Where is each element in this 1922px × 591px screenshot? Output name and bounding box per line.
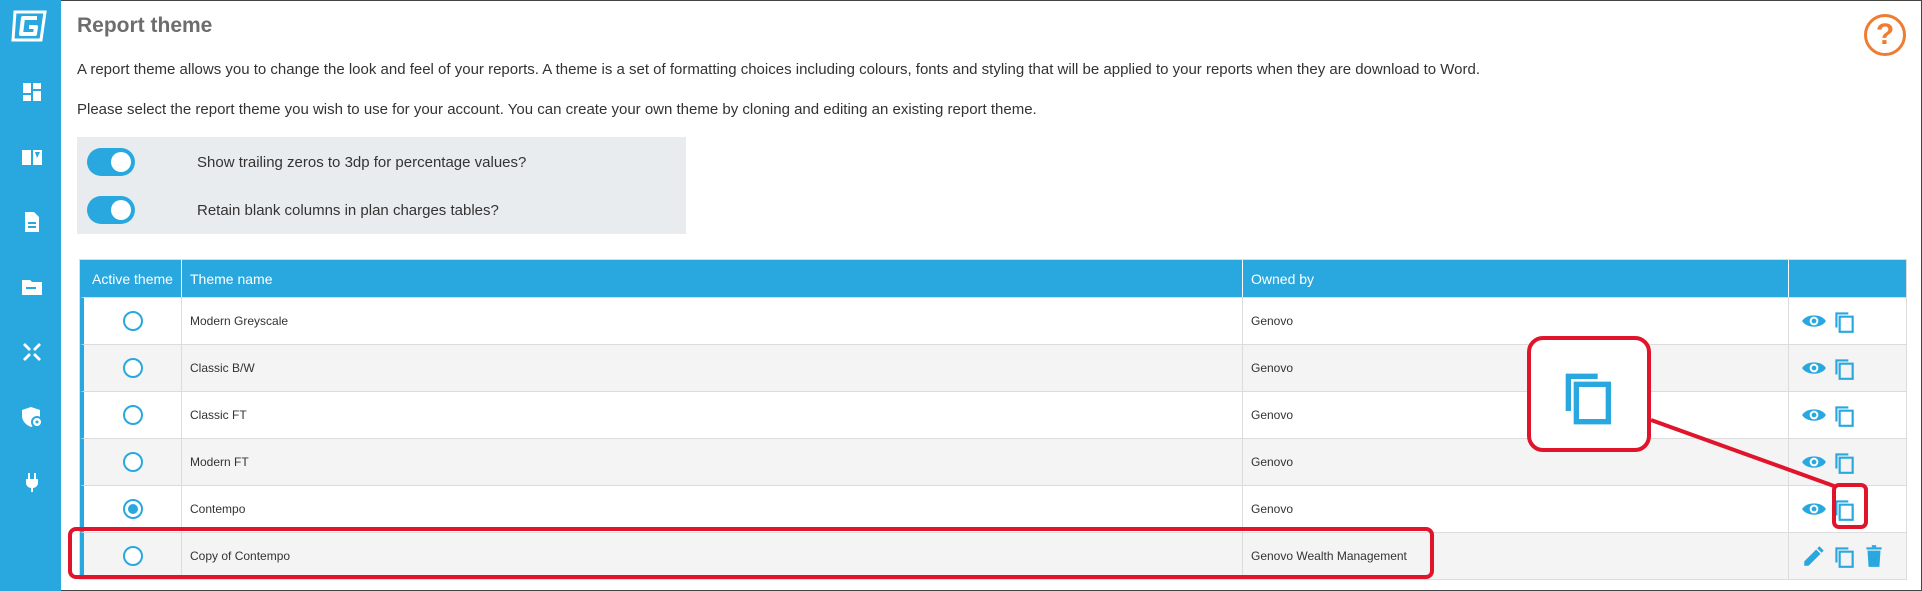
clone-copy-icon[interactable] <box>1831 308 1857 334</box>
active-theme-radio[interactable] <box>122 311 143 331</box>
clone-copy-icon[interactable] <box>1831 355 1857 381</box>
document-icon[interactable] <box>20 210 44 234</box>
header-actions <box>1789 260 1906 297</box>
genovo-logo[interactable] <box>11 8 49 44</box>
owner-cell: Genovo <box>1243 392 1789 438</box>
owner-cell: Genovo <box>1243 298 1789 344</box>
page-title: Report theme <box>77 14 213 37</box>
trailing-zeros-toggle[interactable] <box>87 148 135 176</box>
actions-cell <box>1789 345 1906 391</box>
preview-eye-icon[interactable] <box>1801 402 1827 428</box>
actions-cell <box>1789 439 1906 485</box>
active-cell <box>84 298 182 344</box>
actions-cell <box>1789 533 1906 579</box>
owner-cell: Genovo <box>1243 439 1789 485</box>
active-theme-radio[interactable] <box>122 358 143 378</box>
blank-columns-toggle[interactable] <box>87 196 135 224</box>
active-cell <box>84 439 182 485</box>
toggle-knob <box>111 200 131 220</box>
table-header: Active theme Theme name Owned by <box>80 260 1906 297</box>
header-theme-name[interactable]: Theme name <box>182 260 1243 297</box>
option-label: Retain blank columns in plan charges tab… <box>197 201 499 219</box>
owner-cell: Genovo <box>1243 486 1789 532</box>
help-button[interactable]: ? <box>1864 14 1906 56</box>
folder-icon[interactable] <box>20 275 44 299</box>
header-active-theme[interactable]: Active theme <box>84 260 182 297</box>
highlight-clone-icon <box>1832 483 1868 529</box>
options-panel: Show trailing zeros to 3dp for percentag… <box>77 137 686 234</box>
active-cell <box>84 345 182 391</box>
clone-copy-icon[interactable] <box>1831 402 1857 428</box>
active-theme-radio[interactable] <box>122 405 143 425</box>
theme-name-cell: Classic FT <box>182 392 1243 438</box>
page-description: A report theme allows you to change the … <box>77 61 1481 78</box>
table-row: Contempo Genovo <box>80 485 1906 532</box>
active-cell <box>84 392 182 438</box>
active-theme-radio[interactable] <box>122 452 143 472</box>
preview-eye-icon[interactable] <box>1801 496 1827 522</box>
preview-eye-icon[interactable] <box>1801 308 1827 334</box>
preview-eye-icon[interactable] <box>1801 355 1827 381</box>
clone-copy-icon[interactable] <box>1831 449 1857 475</box>
preview-eye-icon[interactable] <box>1801 449 1827 475</box>
option-blank-columns: Retain blank columns in plan charges tab… <box>87 195 499 225</box>
sidebar <box>0 0 61 591</box>
theme-name-cell: Contempo <box>182 486 1243 532</box>
theme-name-cell: Classic B/W <box>182 345 1243 391</box>
clone-copy-icon <box>1565 373 1611 425</box>
theme-name-cell: Modern FT <box>182 439 1243 485</box>
delete-trash-icon[interactable] <box>1861 543 1887 569</box>
highlight-copied-row <box>68 527 1434 579</box>
option-label: Show trailing zeros to 3dp for percentag… <box>197 153 527 171</box>
clone-copy-icon[interactable] <box>1831 543 1857 569</box>
toggle-knob <box>111 152 131 172</box>
active-cell <box>84 486 182 532</box>
edit-pencil-icon[interactable] <box>1801 543 1827 569</box>
book-icon[interactable] <box>20 145 44 169</box>
option-trailing-zeros: Show trailing zeros to 3dp for percentag… <box>87 147 526 177</box>
plug-icon[interactable] <box>20 470 44 494</box>
actions-cell <box>1789 298 1906 344</box>
security-settings-icon[interactable] <box>20 405 44 429</box>
owner-cell: Genovo <box>1243 345 1789 391</box>
dashboard-icon[interactable] <box>20 80 44 104</box>
theme-name-cell: Modern Greyscale <box>182 298 1243 344</box>
page-instructions: Please select the report theme you wish … <box>77 101 1037 118</box>
zoomed-clone-icon-callout <box>1527 336 1651 452</box>
tools-icon[interactable] <box>20 340 44 364</box>
actions-cell <box>1789 392 1906 438</box>
header-owned-by[interactable]: Owned by <box>1243 260 1789 297</box>
active-theme-radio-selected[interactable] <box>122 499 143 519</box>
main-content: Report theme ? A report theme allows you… <box>61 0 1922 591</box>
